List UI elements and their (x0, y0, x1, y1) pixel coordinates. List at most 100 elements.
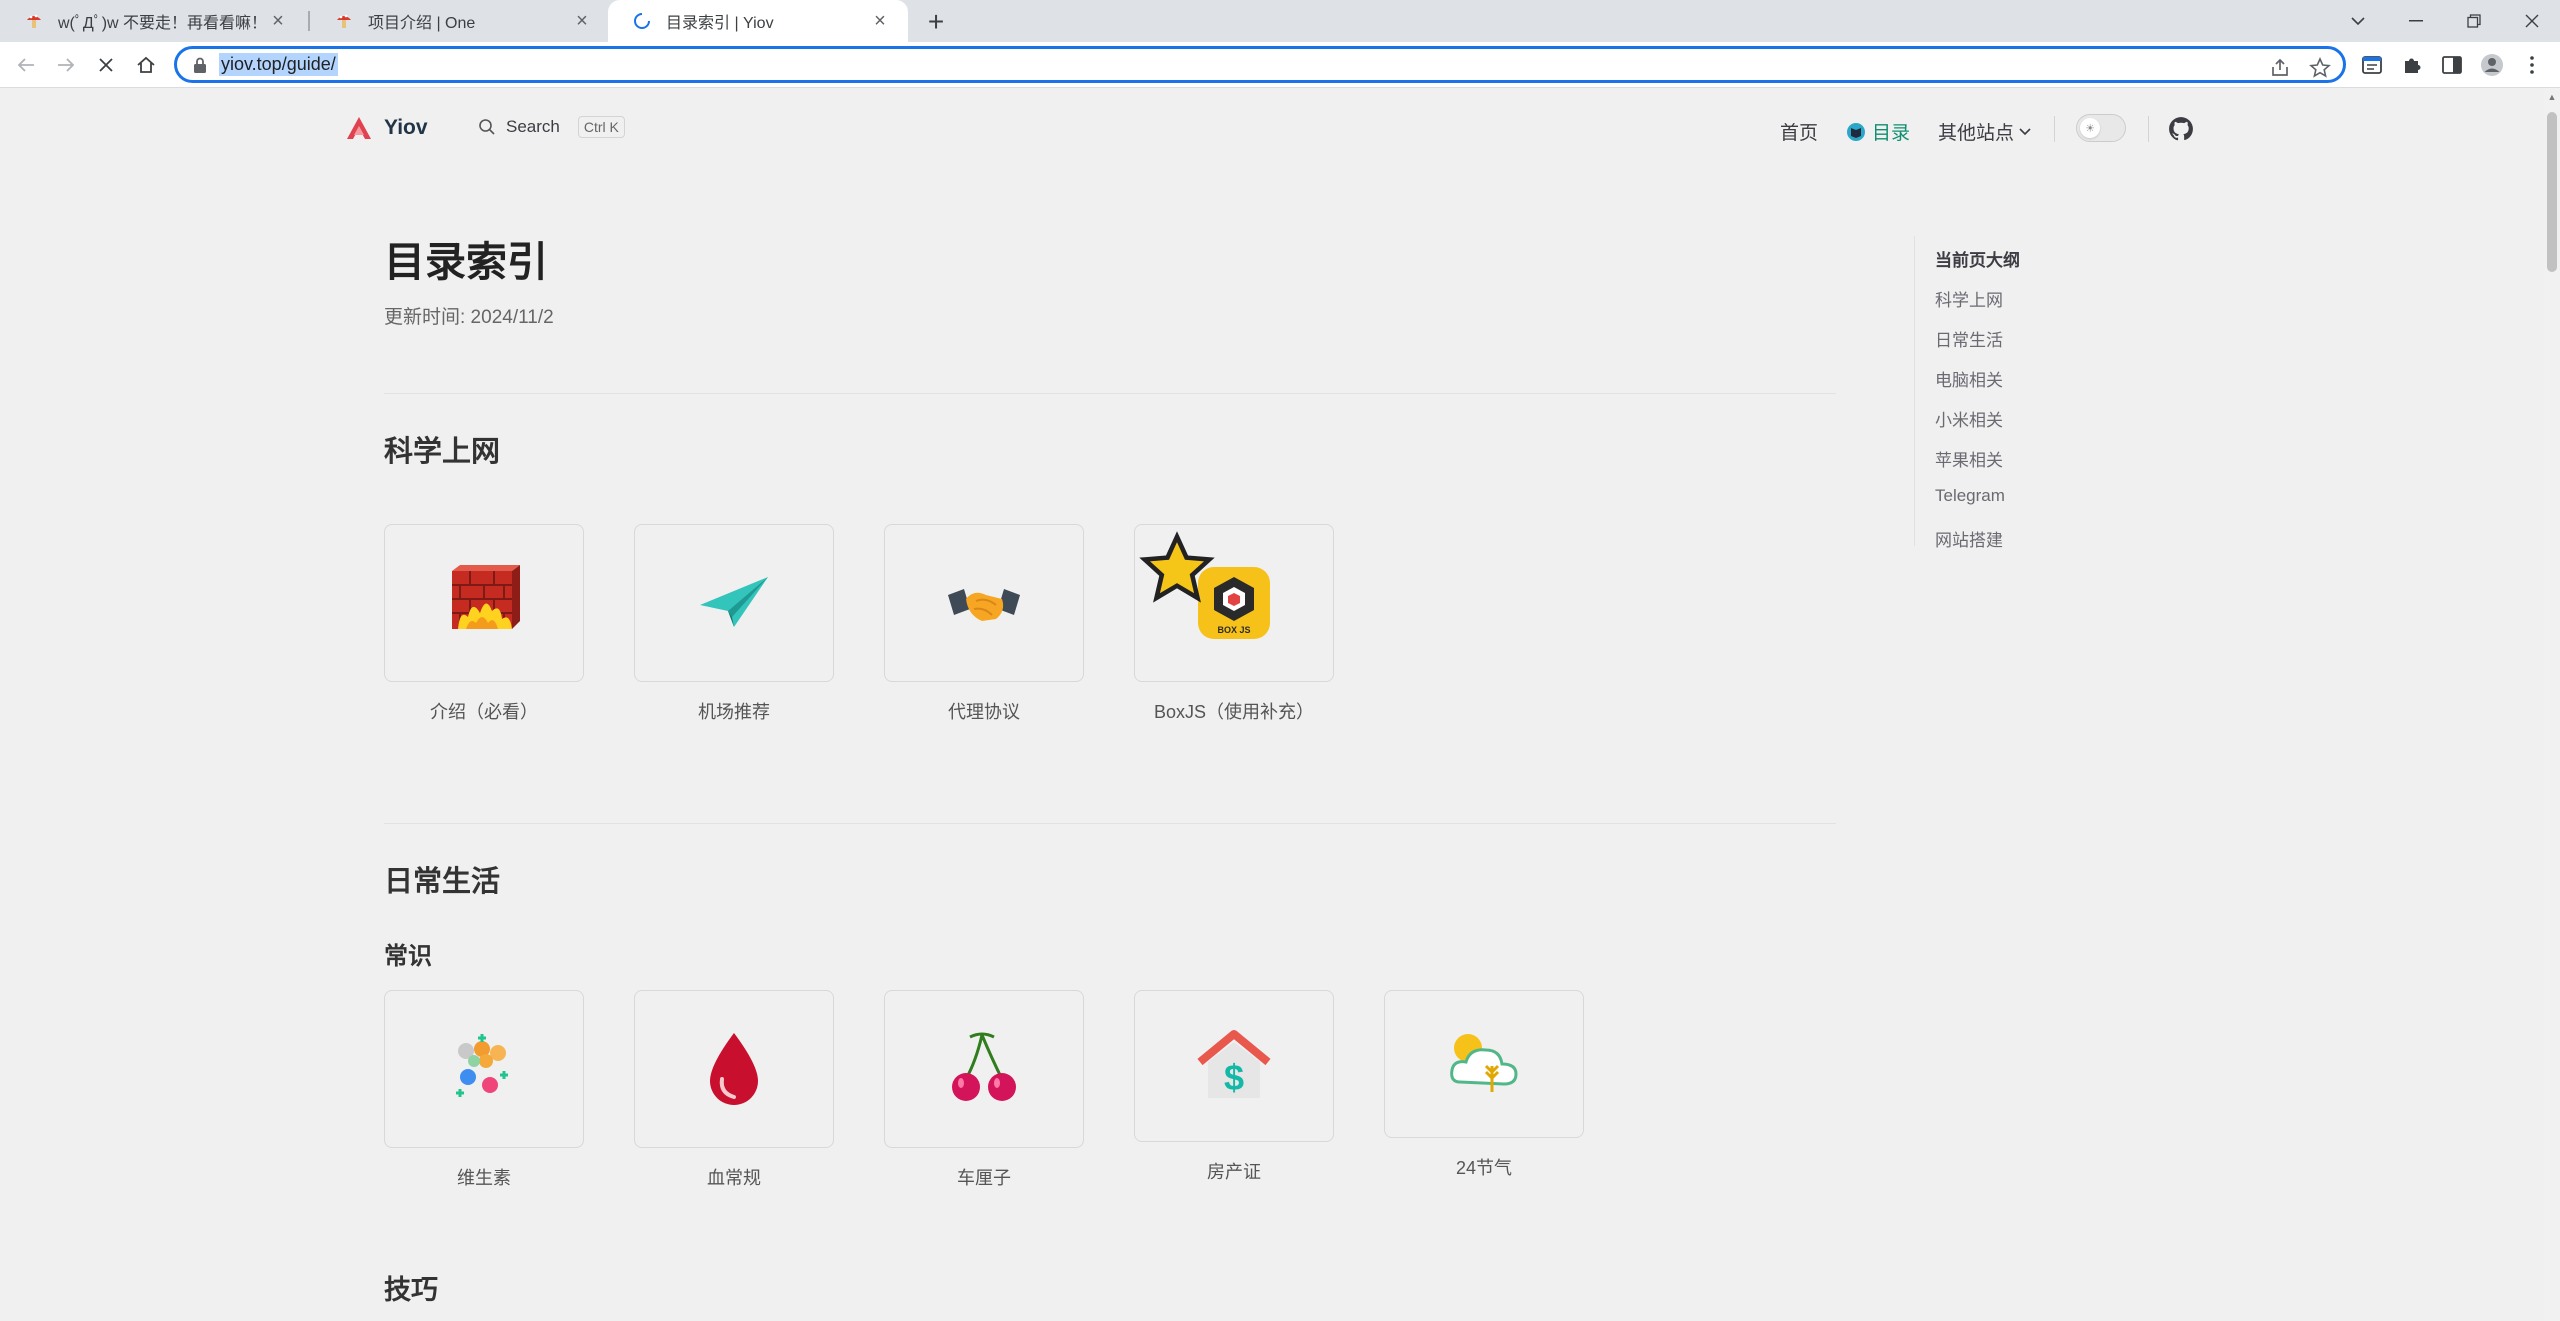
nav-link-catalog[interactable]: 目录 (1846, 118, 1910, 145)
outline-link[interactable]: 网站搭建 (1935, 526, 2003, 551)
card-frame (884, 524, 1084, 682)
subsection-heading-common-sense: 常识 (384, 943, 432, 970)
link-card[interactable]: 血常规 (634, 990, 834, 1190)
theme-toggle[interactable]: ☀ (2076, 114, 2126, 142)
link-card[interactable]: 代理协议 (884, 524, 1084, 724)
blood-drop-icon (710, 1033, 758, 1105)
link-card[interactable]: $ 房产证 (1134, 990, 1334, 1184)
outline-link[interactable]: 科学上网 (1935, 286, 2003, 311)
divider (384, 823, 1836, 824)
scrollbar-thumb[interactable] (2547, 112, 2557, 272)
browser-tab-active[interactable]: 目录索引 | Yiov × (608, 0, 908, 42)
address-bar[interactable]: yiov.top/guide/ (174, 46, 2346, 83)
reading-list-icon[interactable] (2360, 53, 2384, 77)
browser-tab[interactable]: w(ﾟДﾟ)w 不要走！再看看嘛！ × (0, 0, 306, 42)
close-window-button[interactable] (2510, 4, 2554, 38)
last-updated: 更新时间: 2024/11/2 (384, 307, 554, 328)
divider (384, 393, 1836, 394)
browser-tab-strip: w(ﾟДﾟ)w 不要走！再看看嘛！ × 项目介绍 | One × 目录索引 | … (0, 0, 2560, 42)
weather-season-icon (1450, 1034, 1518, 1092)
card-label: 介绍（必看） (430, 702, 538, 722)
card-label: 机场推荐 (698, 702, 770, 722)
scroll-up-arrow-icon[interactable]: ▲ (2547, 92, 2557, 102)
star-badge-icon (1139, 531, 1215, 603)
browser-menu-icon[interactable] (2520, 53, 2544, 77)
firewall-icon (452, 565, 520, 629)
card-frame (634, 524, 834, 682)
home-icon[interactable] (130, 49, 162, 81)
page-title: 目录索引 (384, 239, 548, 285)
site-logo[interactable]: Yiov (346, 116, 428, 140)
navbar-divider (2054, 116, 2055, 142)
search-button[interactable]: Search Ctrl K (478, 116, 625, 138)
restore-button[interactable] (2452, 4, 2496, 38)
link-card[interactable]: 介绍（必看） (384, 524, 584, 724)
browser-tab[interactable]: 项目介绍 | One × (310, 0, 610, 42)
outline-link[interactable]: 电脑相关 (1935, 366, 2003, 391)
stop-loading-icon[interactable] (90, 49, 122, 81)
back-arrow-icon[interactable] (10, 49, 42, 81)
bookmark-star-icon[interactable] (2309, 57, 2331, 79)
tab-title: w(ﾟДﾟ)w 不要走！再看看嘛！ (58, 15, 266, 32)
page-outline: 当前页大纲 科学上网 日常生活 电脑相关 小米相关 苹果相关 Telegram … (1914, 236, 2114, 550)
close-tab-icon[interactable]: × (868, 9, 892, 33)
chevron-down-icon (2019, 127, 2031, 135)
loading-spinner-icon (632, 11, 652, 31)
outline-title: 当前页大纲 (1935, 251, 2020, 270)
extensions-puzzle-icon[interactable] (2400, 53, 2424, 77)
tab-search-chevron-icon[interactable] (2336, 4, 2380, 38)
navbar-divider (2148, 116, 2149, 142)
link-card[interactable]: BOX JS BoxJS（使用补充） (1134, 524, 1334, 724)
link-card[interactable]: 机场推荐 (634, 524, 834, 724)
tab-title: 目录索引 | Yiov (666, 15, 774, 32)
web-page: Yiov Search Ctrl K 首页 目录 其他站点 ☀ 目录索引 更新时… (0, 88, 2544, 1321)
forward-arrow-icon[interactable] (50, 49, 82, 81)
card-frame: BOX JS (1134, 524, 1334, 682)
site-name: Yiov (384, 116, 428, 139)
nav-link-home[interactable]: 首页 (1780, 118, 1818, 145)
card-label: 房产证 (1207, 1162, 1261, 1182)
browser-toolbar: yiov.top/guide/ (0, 42, 2560, 88)
share-icon[interactable] (2269, 57, 2291, 79)
site-navbar: Yiov Search Ctrl K 首页 目录 其他站点 ☀ (0, 88, 2544, 170)
book-icon (1847, 122, 1865, 141)
profile-avatar-icon[interactable] (2480, 53, 2504, 77)
outline-link[interactable]: 日常生活 (1935, 326, 2003, 351)
card-frame: $ (1134, 990, 1334, 1142)
close-tab-icon[interactable]: × (570, 9, 594, 33)
card-frame (384, 524, 584, 682)
paper-plane-icon (700, 577, 768, 627)
card-label: 血常规 (707, 1168, 761, 1188)
section-heading-daily: 日常生活 (384, 866, 501, 898)
card-label: BoxJS（使用补充） (1153, 702, 1315, 722)
card-label: 24节气 (1455, 1158, 1513, 1178)
cherry-icon (952, 1032, 1016, 1101)
side-panel-icon[interactable] (2440, 53, 2464, 77)
link-card[interactable]: 维生素 (384, 990, 584, 1190)
card-label: 车厘子 (957, 1168, 1011, 1188)
lock-icon[interactable] (193, 57, 207, 73)
outline-link[interactable]: 苹果相关 (1935, 446, 2003, 471)
nav-link-catalog-label: 目录 (1872, 123, 1911, 144)
house-dollar-icon: $ (1197, 1030, 1271, 1098)
url-text[interactable]: yiov.top/guide/ (219, 53, 338, 76)
nav-dropdown-other-sites[interactable]: 其他站点 (1938, 118, 2031, 145)
link-card[interactable]: 车厘子 (884, 990, 1084, 1190)
close-tab-icon[interactable]: × (266, 9, 290, 33)
card-label: 代理协议 (948, 702, 1020, 722)
handshake-icon (948, 589, 1020, 621)
github-icon[interactable] (2168, 116, 2194, 142)
sun-icon: ☀ (2080, 118, 2100, 138)
svg-text:BOX JS: BOX JS (1217, 625, 1250, 635)
new-tab-button[interactable]: + (920, 6, 952, 38)
search-label: Search (506, 117, 560, 136)
tab-title: 项目介绍 | One (368, 15, 476, 32)
yiov-logo-icon (347, 117, 371, 139)
outline-link[interactable]: Telegram (1935, 486, 2005, 506)
card-frame (634, 990, 834, 1148)
minimize-button[interactable] (2394, 4, 2438, 38)
outline-link[interactable]: 小米相关 (1935, 406, 2003, 431)
card-label: 维生素 (457, 1168, 511, 1188)
page-scrollbar[interactable]: ▲ (2544, 88, 2560, 1321)
link-card[interactable]: 24节气 (1384, 990, 1584, 1180)
